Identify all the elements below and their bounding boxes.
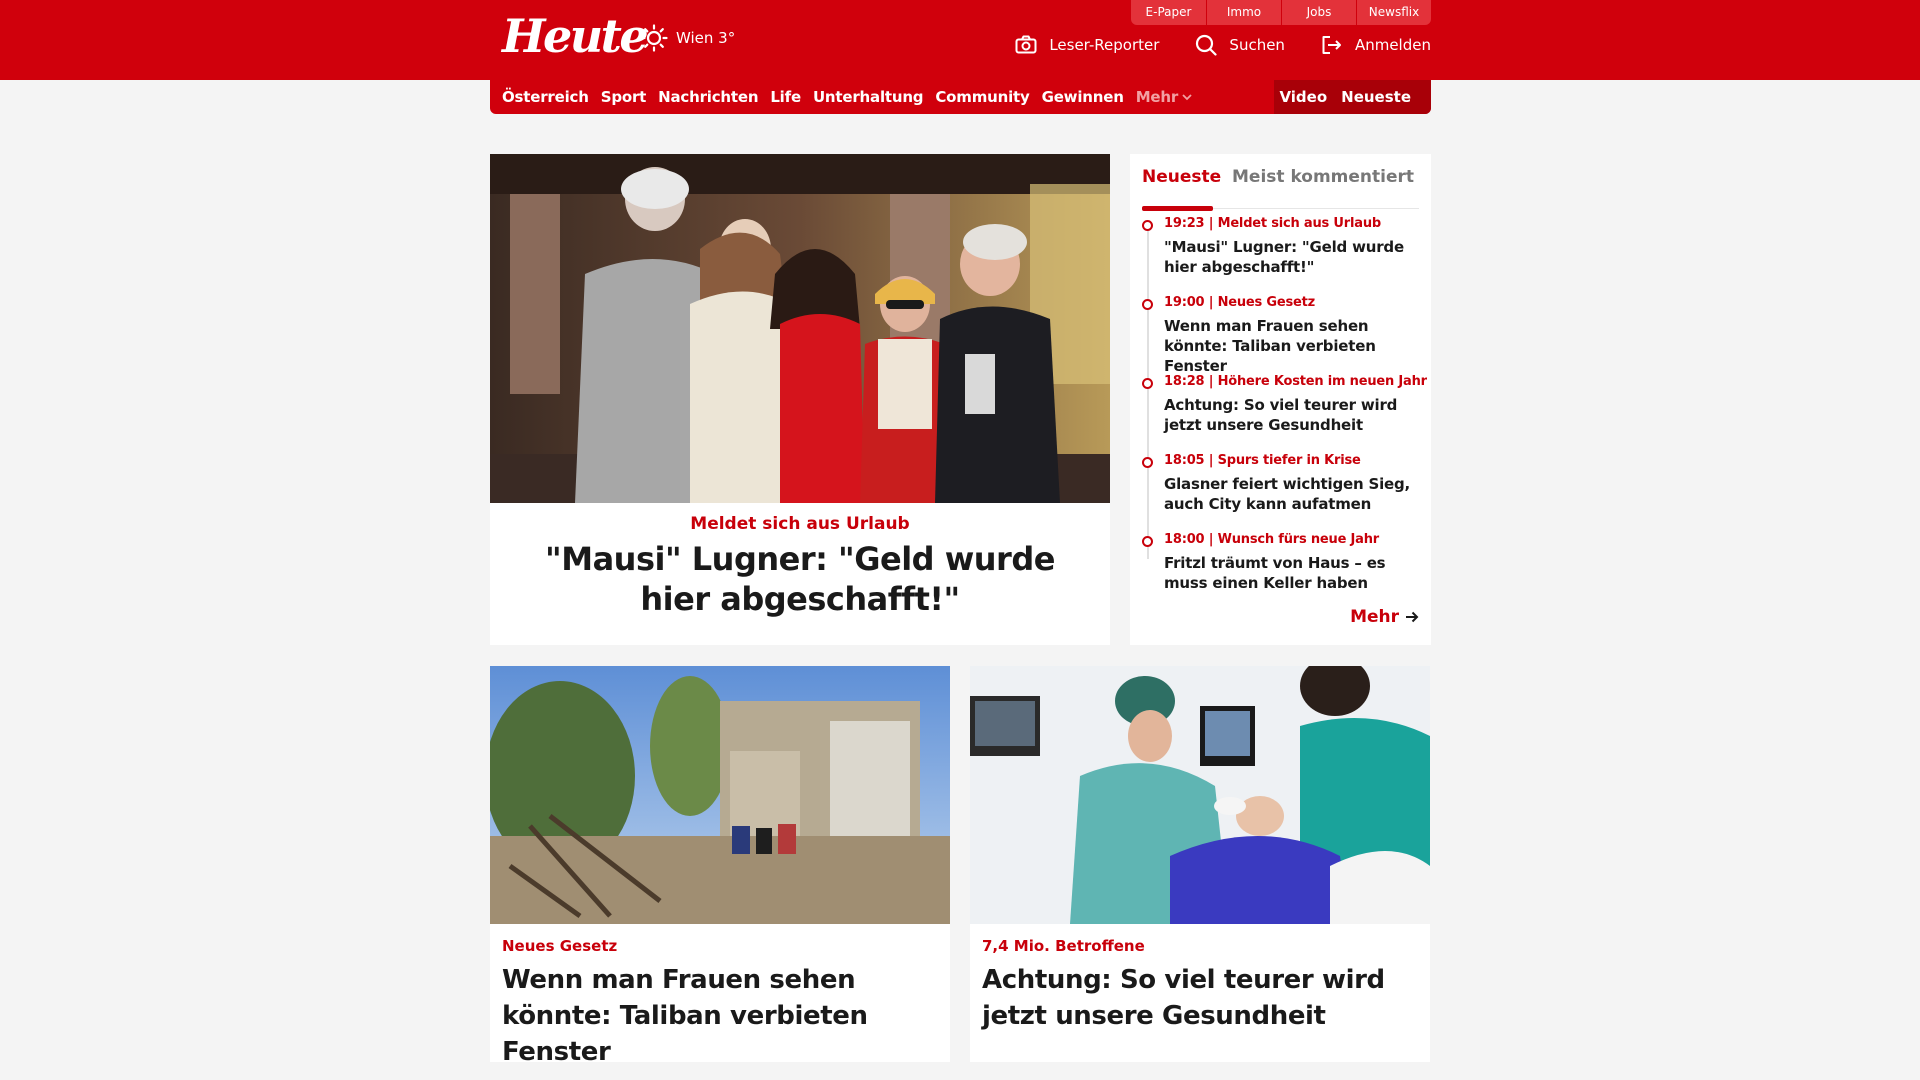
quicklink-jobs[interactable]: Jobs bbox=[1281, 0, 1356, 25]
nav-item-sport[interactable]: Sport bbox=[601, 88, 647, 106]
quicklink-newsflix[interactable]: Newsflix bbox=[1356, 0, 1431, 25]
article-image[interactable] bbox=[490, 666, 950, 924]
hero-kicker[interactable]: Meldet sich aus Urlaub bbox=[490, 514, 1110, 534]
timeline-line bbox=[1147, 229, 1149, 559]
news-title[interactable]: Fritzl träumt von Haus – es muss einen K… bbox=[1164, 553, 1422, 593]
weather-widget[interactable]: Wien 3° bbox=[640, 24, 735, 52]
nav-item-unterhaltung[interactable]: Unterhaltung bbox=[813, 88, 924, 106]
weather-label: Wien 3° bbox=[676, 29, 736, 47]
site-logo[interactable]: Heute bbox=[502, 11, 649, 61]
article-card[interactable]: 7,4 Mio. Betroffene Achtung: So viel teu… bbox=[970, 666, 1430, 1062]
leser-reporter-button[interactable]: Leser-Reporter bbox=[1015, 35, 1159, 55]
news-meta: 18:28 | Höhere Kosten im neuen Jahr bbox=[1164, 374, 1427, 389]
header-actions: Leser-Reporter Suchen Anmelden bbox=[979, 34, 1431, 56]
latest-news-sidebar: Neueste Meist kommentiert 19:23 | Meldet… bbox=[1130, 154, 1431, 645]
nav-more-dropdown[interactable]: Mehr bbox=[1136, 88, 1192, 106]
nav-more-label: Mehr bbox=[1135, 88, 1179, 106]
article-card[interactable]: Neues Gesetz Wenn man Frauen sehen könnt… bbox=[490, 666, 950, 1067]
nav-item-video[interactable]: Video bbox=[1279, 88, 1327, 106]
news-title[interactable]: Wenn man Frauen sehen könnte: Taliban ve… bbox=[1164, 316, 1422, 376]
hero-image[interactable] bbox=[490, 154, 1110, 503]
nav-item-oesterreich[interactable]: Österreich bbox=[502, 88, 589, 106]
timeline-dot bbox=[1142, 220, 1153, 231]
tab-neueste[interactable]: Neueste bbox=[1142, 164, 1221, 190]
timeline-dot bbox=[1142, 457, 1153, 468]
quicklinks: E-Paper Immo Jobs Newsflix bbox=[1131, 0, 1431, 25]
search-icon bbox=[1196, 34, 1218, 56]
timeline-dot bbox=[1142, 378, 1153, 389]
news-meta: 18:05 | Spurs tiefer in Krise bbox=[1164, 453, 1361, 468]
arrow-right-icon bbox=[1406, 611, 1419, 623]
article-image[interactable] bbox=[970, 666, 1430, 924]
search-button[interactable]: Suchen bbox=[1195, 34, 1285, 56]
search-label: Suchen bbox=[1229, 36, 1285, 54]
timeline-dot bbox=[1142, 536, 1153, 547]
nav-item-gewinnen[interactable]: Gewinnen bbox=[1042, 88, 1124, 106]
article-title[interactable]: Wenn man Frauen sehen könnte: Taliban ve… bbox=[502, 962, 942, 1070]
news-meta: 19:23 | Meldet sich aus Urlaub bbox=[1164, 216, 1381, 231]
news-meta: 19:00 | Neues Gesetz bbox=[1164, 295, 1316, 310]
login-label: Anmelden bbox=[1354, 36, 1431, 54]
nav-right-group: Video Neueste bbox=[1274, 80, 1431, 114]
hero-article[interactable]: Meldet sich aus Urlaub "Mausi" Lugner: "… bbox=[490, 154, 1110, 645]
active-tab-indicator bbox=[1142, 206, 1213, 211]
news-title[interactable]: "Mausi" Lugner: "Geld wurde hier abgesch… bbox=[1164, 237, 1422, 277]
quicklink-epaper[interactable]: E-Paper bbox=[1131, 0, 1206, 25]
hero-title[interactable]: "Mausi" Lugner: "Geld wurde hier abgesch… bbox=[530, 539, 1070, 619]
sidebar-more-label: Mehr bbox=[1350, 607, 1399, 627]
main-nav: Österreich Sport Nachrichten Life Unterh… bbox=[490, 80, 1431, 114]
news-title[interactable]: Achtung: So viel teurer wird jetzt unser… bbox=[1164, 395, 1422, 435]
sidebar-more-link[interactable]: Mehr bbox=[1350, 607, 1419, 627]
nav-item-community[interactable]: Community bbox=[935, 88, 1029, 106]
chevron-down-icon bbox=[1182, 93, 1192, 100]
news-title[interactable]: Glasner feiert wichtigen Sieg, auch City… bbox=[1164, 474, 1422, 514]
article-kicker[interactable]: Neues Gesetz bbox=[502, 937, 617, 955]
tab-meist-kommentiert[interactable]: Meist kommentiert bbox=[1232, 164, 1414, 190]
article-kicker[interactable]: 7,4 Mio. Betroffene bbox=[982, 937, 1145, 955]
article-title[interactable]: Achtung: So viel teurer wird jetzt unser… bbox=[982, 962, 1422, 1034]
sidebar-tabs: Neueste Meist kommentiert bbox=[1142, 164, 1419, 211]
news-meta: 18:00 | Wunsch fürs neue Jahr bbox=[1164, 532, 1379, 547]
leser-reporter-label: Leser-Reporter bbox=[1049, 36, 1160, 54]
nav-item-life[interactable]: Life bbox=[770, 88, 801, 106]
nav-item-nachrichten[interactable]: Nachrichten bbox=[658, 88, 758, 106]
login-button[interactable]: Anmelden bbox=[1321, 35, 1431, 55]
timeline-dot bbox=[1142, 299, 1153, 310]
nav-item-neueste[interactable]: Neueste bbox=[1341, 88, 1411, 106]
sun-icon bbox=[640, 24, 668, 52]
login-icon bbox=[1322, 36, 1341, 54]
camera-icon bbox=[1015, 35, 1037, 54]
top-header: Heute Wien 3° E-Paper Immo Jobs Newsflix bbox=[0, 0, 1920, 80]
quicklink-immo[interactable]: Immo bbox=[1206, 0, 1281, 25]
